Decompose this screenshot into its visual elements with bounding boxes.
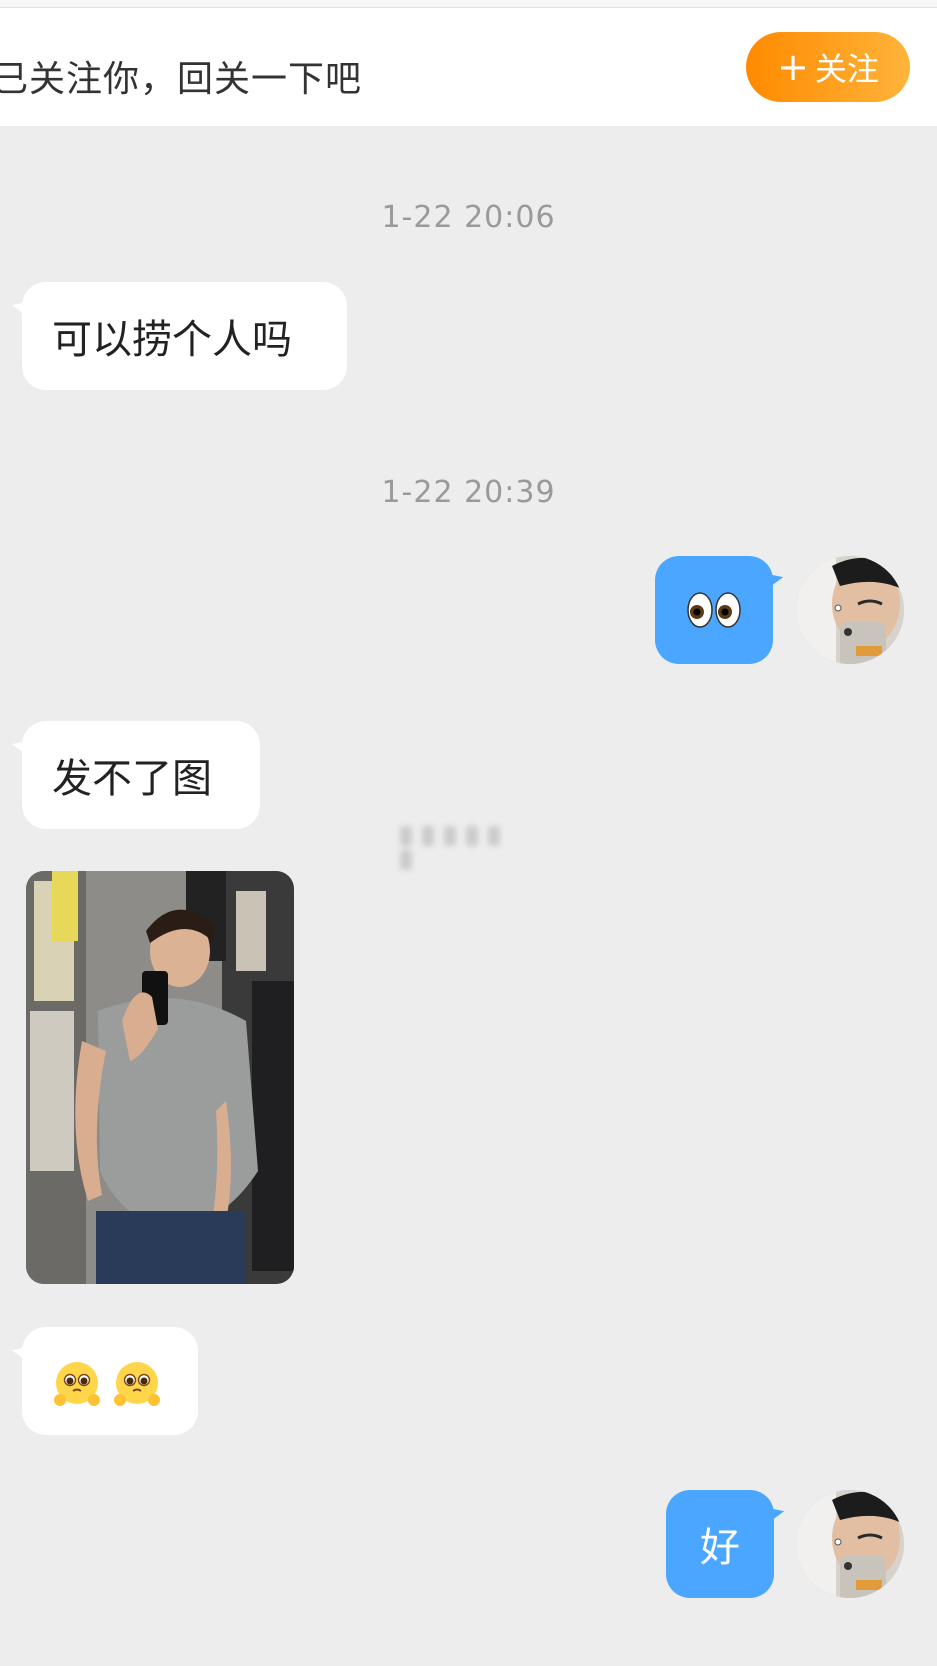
avatar-image	[796, 556, 904, 664]
follow-button-label: 关注	[814, 50, 879, 88]
pleading-face-emoji-icon	[114, 1362, 160, 1406]
message-text: 好	[700, 1525, 740, 1571]
plus-icon: +	[777, 45, 809, 89]
mirror-selfie-photo	[26, 871, 294, 1284]
eyes-emoji-icon	[687, 592, 741, 628]
avatar-image	[796, 1490, 904, 1598]
incoming-message-bubble[interactable]: 可以捞个人吗	[22, 282, 347, 390]
incoming-message-bubble[interactable]	[22, 1327, 198, 1435]
pleading-face-emoji-icon	[54, 1362, 100, 1406]
message-text: 发不了图	[52, 756, 212, 802]
follow-back-text: 已关注你，回关一下吧	[0, 59, 363, 100]
outgoing-message-bubble[interactable]: 好	[666, 1490, 774, 1598]
message-timestamp: 1-22 20:39	[381, 475, 556, 510]
status-strip	[0, 0, 937, 8]
message-text: 可以捞个人吗	[52, 317, 292, 363]
outgoing-message-bubble[interactable]	[655, 556, 773, 664]
blurred-watermark	[400, 826, 530, 870]
message-timestamp: 1-22 20:06	[381, 200, 556, 235]
incoming-message-bubble[interactable]: 发不了图	[22, 721, 260, 829]
incoming-photo-message[interactable]	[26, 871, 294, 1284]
my-avatar[interactable]	[796, 556, 904, 664]
follow-button[interactable]: + 关注	[746, 32, 910, 102]
my-avatar[interactable]	[796, 1490, 904, 1598]
follow-back-banner: 已关注你，回关一下吧 + 关注	[0, 8, 937, 126]
